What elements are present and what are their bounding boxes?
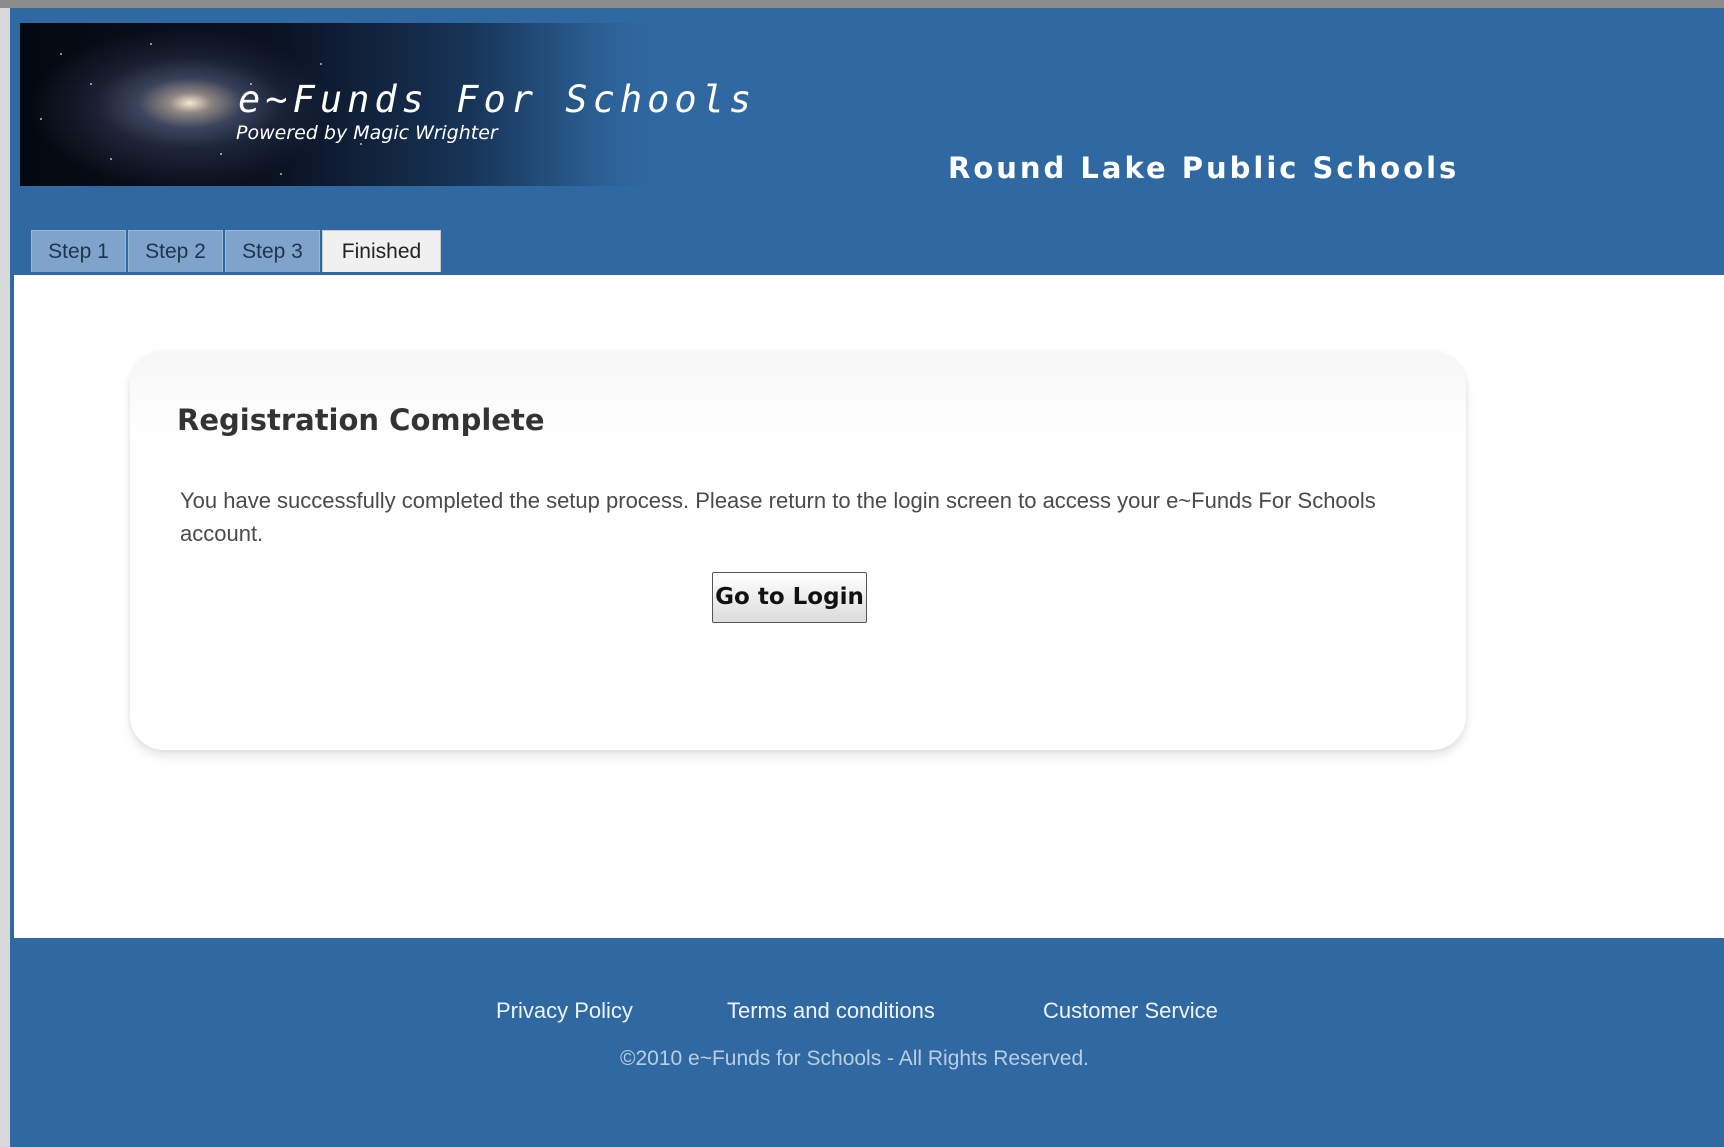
window-left-border <box>0 8 10 1147</box>
copyright-text: ©2010 e~Funds for Schools - All Rights R… <box>620 1047 1089 1070</box>
tab-finished[interactable]: Finished <box>322 230 441 272</box>
star-decoration <box>280 173 282 175</box>
tab-step-2[interactable]: Step 2 <box>128 230 223 272</box>
terms-link[interactable]: Terms and conditions <box>727 998 935 1024</box>
star-decoration <box>320 63 322 65</box>
go-to-login-button[interactable]: Go to Login <box>712 572 867 623</box>
customer-service-link[interactable]: Customer Service <box>1043 998 1218 1024</box>
star-decoration <box>110 158 112 160</box>
star-decoration <box>90 83 92 85</box>
tab-step-3[interactable]: Step 3 <box>225 230 320 272</box>
brand-subtitle: Powered by Magic Wrighter <box>236 122 498 144</box>
district-name: Round Lake Public Schools <box>948 151 1460 185</box>
star-decoration <box>60 53 62 55</box>
star-decoration <box>40 118 42 120</box>
star-decoration <box>220 153 222 155</box>
brand-title: e~Funds For Schools <box>238 78 757 121</box>
window-top-border <box>0 0 1724 8</box>
page-title: Registration Complete <box>177 403 545 437</box>
completion-message: You have successfully completed the setu… <box>180 488 1376 546</box>
star-decoration <box>150 43 152 45</box>
privacy-policy-link[interactable]: Privacy Policy <box>496 998 633 1024</box>
tab-step-1[interactable]: Step 1 <box>31 230 126 272</box>
